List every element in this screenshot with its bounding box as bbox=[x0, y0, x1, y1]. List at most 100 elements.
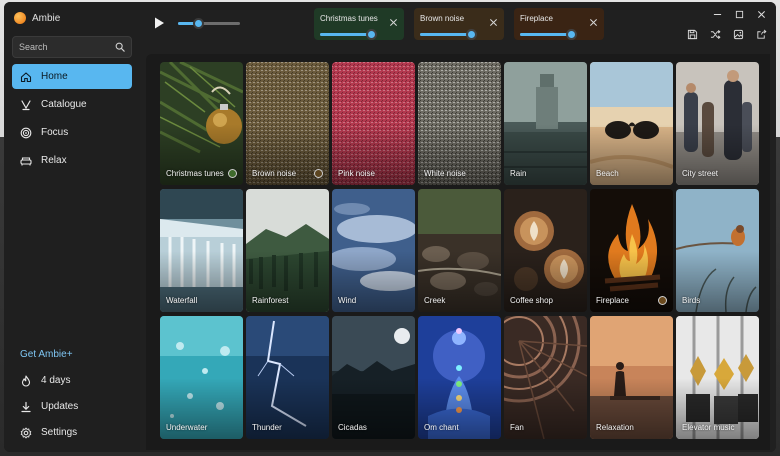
main-content: Christmas tunes Brown noise Fireplace Ch… bbox=[140, 2, 776, 452]
sound-name: Elevator music bbox=[682, 423, 735, 432]
home-icon bbox=[20, 71, 32, 82]
sound-tile[interactable]: Relaxation bbox=[590, 316, 673, 439]
master-volume-slider[interactable] bbox=[178, 18, 240, 29]
sound-tile[interactable]: Cicadas bbox=[332, 316, 415, 439]
master-volume-thumb[interactable] bbox=[192, 18, 204, 29]
search-icon[interactable] bbox=[115, 42, 125, 52]
sound-name: Underwater bbox=[166, 423, 208, 432]
image-icon bbox=[733, 29, 744, 40]
minimize-button[interactable] bbox=[706, 6, 728, 22]
active-sound-chip[interactable]: Christmas tunes bbox=[314, 8, 404, 40]
close-icon bbox=[757, 10, 765, 18]
sound-volume-slider[interactable] bbox=[520, 29, 578, 40]
active-sound-name: Brown noise bbox=[420, 14, 465, 23]
sound-grid: Christmas tunes Brown noise Pink noise Whit… bbox=[160, 62, 759, 439]
active-sound-chip[interactable]: Fireplace bbox=[514, 8, 604, 40]
shuffle-button[interactable] bbox=[707, 26, 724, 43]
remove-sound-icon[interactable] bbox=[389, 18, 398, 27]
sound-name: Rain bbox=[510, 169, 527, 178]
sound-tile[interactable]: Fireplace bbox=[590, 189, 673, 312]
sound-name: Creek bbox=[424, 296, 446, 305]
sound-tile[interactable]: Creek bbox=[418, 189, 501, 312]
sound-volume-thumb[interactable] bbox=[366, 29, 378, 40]
playing-indicator-icon bbox=[658, 296, 667, 305]
sound-volume-fill bbox=[520, 33, 572, 36]
sound-tile[interactable]: Birds bbox=[676, 189, 759, 312]
relax-icon bbox=[20, 156, 32, 165]
sound-volume-fill bbox=[420, 33, 472, 36]
nav-label-catalogue: Catalogue bbox=[41, 99, 87, 110]
screensaver-button[interactable] bbox=[730, 26, 747, 43]
nav-item-focus[interactable]: Focus bbox=[12, 120, 132, 145]
nav-item-home[interactable]: Home bbox=[12, 64, 132, 89]
sound-tile[interactable]: Fan bbox=[504, 316, 587, 439]
sound-tile[interactable]: Waterfall bbox=[160, 189, 243, 312]
sound-volume-thumb[interactable] bbox=[566, 29, 578, 40]
sound-name: Waterfall bbox=[166, 296, 198, 305]
focus-icon bbox=[20, 127, 32, 138]
ambie-logo-icon bbox=[14, 12, 26, 24]
remove-sound-icon[interactable] bbox=[589, 18, 598, 27]
share-button[interactable] bbox=[753, 26, 770, 43]
search-input[interactable] bbox=[19, 42, 115, 52]
sound-name: Coffee shop bbox=[510, 296, 553, 305]
close-window-button[interactable] bbox=[750, 6, 772, 22]
sidebar: Ambie Home Catalogue Focus Relax bbox=[4, 2, 140, 452]
settings-item[interactable]: Settings bbox=[12, 420, 132, 445]
download-icon bbox=[21, 401, 31, 412]
get-ambie-plus-label: Get Ambie+ bbox=[20, 349, 73, 360]
sound-volume-slider[interactable] bbox=[420, 29, 478, 40]
sound-tile[interactable]: Coffee shop bbox=[504, 189, 587, 312]
sound-tile[interactable]: Beach bbox=[590, 62, 673, 185]
sound-name: Birds bbox=[682, 296, 701, 305]
sound-tile[interactable]: Wind bbox=[332, 189, 415, 312]
main-nav: Home Catalogue Focus Relax bbox=[12, 64, 132, 176]
sound-name: Thunder bbox=[252, 423, 282, 432]
shuffle-icon bbox=[710, 30, 721, 39]
updates-item[interactable]: Updates bbox=[12, 394, 132, 419]
save-mix-button[interactable] bbox=[684, 26, 701, 43]
sound-tile[interactable]: Elevator music bbox=[676, 316, 759, 439]
streak-item[interactable]: 4 days bbox=[12, 368, 132, 393]
sound-tile[interactable]: Rain bbox=[504, 62, 587, 185]
search-box[interactable] bbox=[12, 36, 132, 58]
sound-tile[interactable]: Pink noise bbox=[332, 62, 415, 185]
player-bar: Christmas tunes Brown noise Fireplace bbox=[140, 2, 776, 46]
sound-name: Wind bbox=[338, 296, 357, 305]
sound-volume-thumb[interactable] bbox=[466, 29, 478, 40]
sound-tile[interactable]: City street bbox=[676, 62, 759, 185]
sound-name: Christmas tunes bbox=[166, 169, 224, 178]
active-sound-chip[interactable]: Brown noise bbox=[414, 8, 504, 40]
nav-item-relax[interactable]: Relax bbox=[12, 148, 132, 173]
sound-name: Rainforest bbox=[252, 296, 289, 305]
sound-name: Fan bbox=[510, 423, 524, 432]
nav-item-catalogue[interactable]: Catalogue bbox=[12, 92, 132, 117]
sound-volume-slider[interactable] bbox=[320, 29, 378, 40]
sound-tile[interactable]: Christmas tunes bbox=[160, 62, 243, 185]
sound-name: Beach bbox=[596, 169, 619, 178]
minimize-icon bbox=[713, 13, 721, 15]
get-ambie-plus-link[interactable]: Get Ambie+ bbox=[12, 342, 132, 367]
toolbar bbox=[684, 26, 770, 43]
catalogue-icon bbox=[21, 99, 31, 110]
sound-tile[interactable]: Underwater bbox=[160, 316, 243, 439]
play-icon[interactable] bbox=[152, 16, 166, 30]
sound-volume-fill bbox=[320, 33, 372, 36]
sound-tile[interactable]: White noise bbox=[418, 62, 501, 185]
sound-tile[interactable]: Thunder bbox=[246, 316, 329, 439]
sound-name: Cicadas bbox=[338, 423, 367, 432]
maximize-button[interactable] bbox=[728, 6, 750, 22]
active-sound-name: Christmas tunes bbox=[320, 14, 378, 23]
updates-label: Updates bbox=[41, 401, 79, 412]
flame-icon bbox=[21, 374, 31, 387]
remove-sound-icon[interactable] bbox=[489, 18, 498, 27]
save-icon bbox=[687, 29, 698, 40]
sound-tile[interactable]: Rainforest bbox=[246, 189, 329, 312]
app-title: Ambie bbox=[32, 12, 61, 24]
sound-tile[interactable]: Om chant bbox=[418, 316, 501, 439]
app-title-bar: Ambie bbox=[14, 10, 60, 26]
share-icon bbox=[757, 29, 767, 39]
nav-label-relax: Relax bbox=[41, 155, 67, 166]
streak-label: 4 days bbox=[41, 375, 71, 386]
sound-tile[interactable]: Brown noise bbox=[246, 62, 329, 185]
